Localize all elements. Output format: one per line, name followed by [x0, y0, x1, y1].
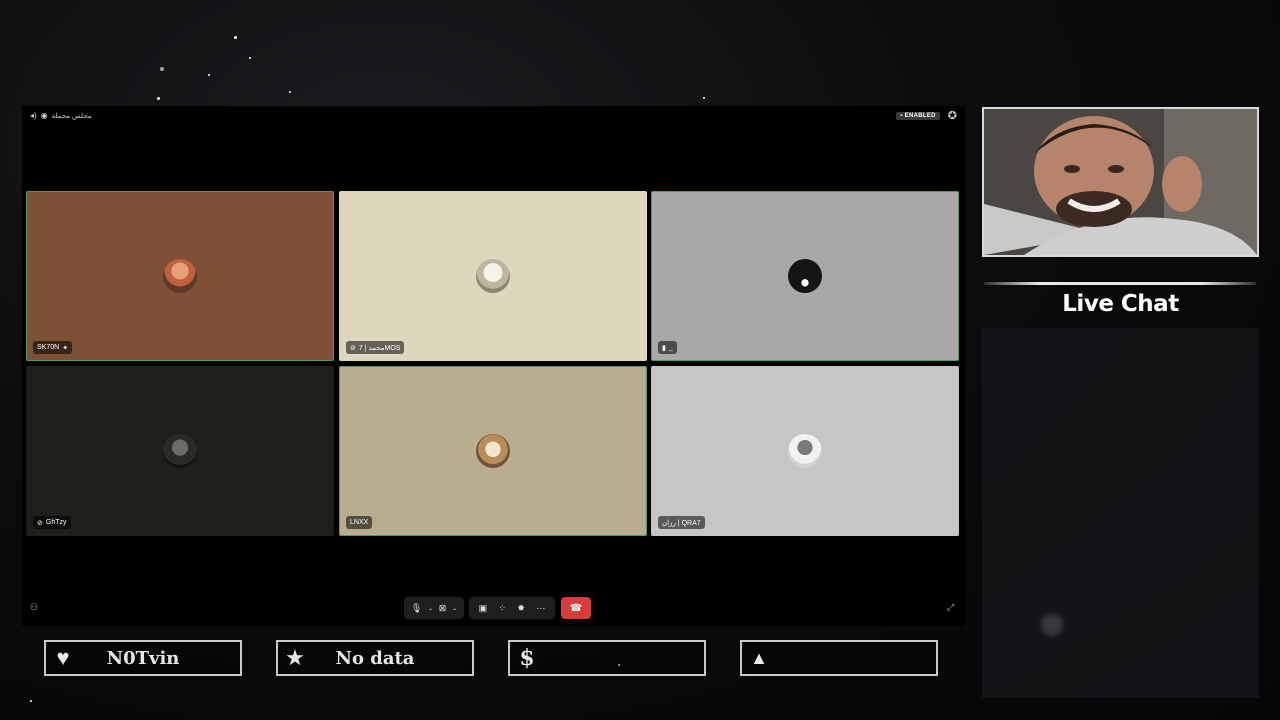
enabled-badge: ▪ ENABLED: [896, 112, 940, 120]
knight-avatar-icon: [163, 434, 197, 468]
room-name: مجلس محملة: [51, 113, 92, 120]
hang-up-icon: ☎: [569, 602, 583, 614]
participant-name-label: LNXX: [346, 516, 373, 529]
dollar-icon: $: [519, 645, 535, 671]
person-avatar-icon: [788, 434, 822, 468]
pyramid-icon: ▲: [750, 648, 768, 668]
chat-divider: [984, 282, 1256, 285]
participant-name-label: رزان | QRA7: [658, 516, 705, 529]
participant-tile[interactable]: ⊘ GhTzy: [26, 366, 334, 536]
stat-box-donations: $: [508, 640, 706, 676]
fullscreen-icon[interactable]: ⤢: [947, 602, 954, 613]
live-chat-panel: [982, 328, 1259, 698]
participant-tile[interactable]: LNXX: [339, 366, 647, 536]
chevron-down-icon[interactable]: ⌄: [452, 605, 457, 612]
leave-call-button[interactable]: ☎: [561, 597, 591, 619]
call-topbar: ◂) ◉ مجلس محملة ▪ ENABLED ✪: [22, 106, 965, 126]
lock-icon: ▪: [900, 113, 903, 119]
participant-tile[interactable]: ⊘ محمد | 7MOS: [339, 191, 647, 361]
star: [289, 91, 291, 93]
heart-icon: ♥: [56, 645, 70, 670]
camera-off-icon[interactable]: ⊠: [439, 603, 447, 614]
members-icon[interactable]: ⚇: [30, 602, 38, 613]
microphone-icon[interactable]: 🎙: [411, 603, 422, 614]
star: [249, 57, 251, 59]
stat-box-subscribers: ★ No data: [276, 640, 474, 676]
chevron-down-icon[interactable]: ⌄: [428, 605, 433, 612]
speaker-icon[interactable]: ◂): [30, 112, 37, 120]
participant-name-label: ▮ _: [658, 341, 677, 354]
star: [208, 74, 210, 76]
star: [234, 36, 237, 39]
mic-control-group[interactable]: 🎙 ⌄ ⊠ ⌄: [404, 597, 464, 619]
screen-share-icon[interactable]: ▣: [479, 603, 488, 614]
participant-tile[interactable]: SK70N ✦: [26, 191, 334, 361]
soundboard-icon[interactable]: ✸: [517, 603, 525, 614]
live-chat-title: Live Chat: [1062, 291, 1179, 317]
activities-icon[interactable]: ⁘: [499, 603, 507, 614]
sparkle-icon: ✦: [62, 344, 69, 352]
participant-tile[interactable]: رزان | QRA7: [651, 366, 959, 536]
star: [160, 67, 164, 71]
cat-avatar-icon: [476, 434, 510, 468]
stat-value: N0Tvin: [106, 647, 180, 669]
more-options-icon[interactable]: ⋯: [536, 603, 545, 614]
star-icon: ★: [285, 645, 305, 670]
stat-value: No data: [335, 647, 415, 669]
channel-icon: ◉: [40, 111, 48, 120]
participant-tile[interactable]: ▮ _: [651, 191, 959, 361]
video-call-window: ◂) ◉ مجلس محملة ▪ ENABLED ✪ SK70N ✦ ⊘ مح…: [22, 106, 965, 626]
participant-name-label: SK70N ✦: [33, 341, 73, 354]
star: [703, 97, 705, 99]
participant-name-label: ⊘ محمد | 7MOS: [346, 341, 405, 354]
actions-control-group[interactable]: ▣ ⁘ ✸ ⋯: [469, 597, 555, 619]
mute-icon: ⊘: [350, 344, 356, 352]
stat-box-bits: ▲: [740, 640, 938, 676]
activity-icon[interactable]: ✪: [948, 110, 957, 122]
star: [157, 97, 160, 100]
participant-name-label: ⊘ GhTzy: [33, 516, 71, 529]
star: [30, 700, 32, 702]
device-icon: ▮: [662, 344, 666, 352]
webcam-feed: [982, 107, 1259, 257]
user-avatar-icon: [163, 259, 197, 293]
webcam-image: [984, 109, 1257, 255]
cat-avatar-icon: [476, 259, 510, 293]
dark-avatar-icon: [788, 259, 822, 293]
stat-box-followers: ♥ N0Tvin: [44, 640, 242, 676]
mute-icon: ⊘: [37, 519, 43, 527]
